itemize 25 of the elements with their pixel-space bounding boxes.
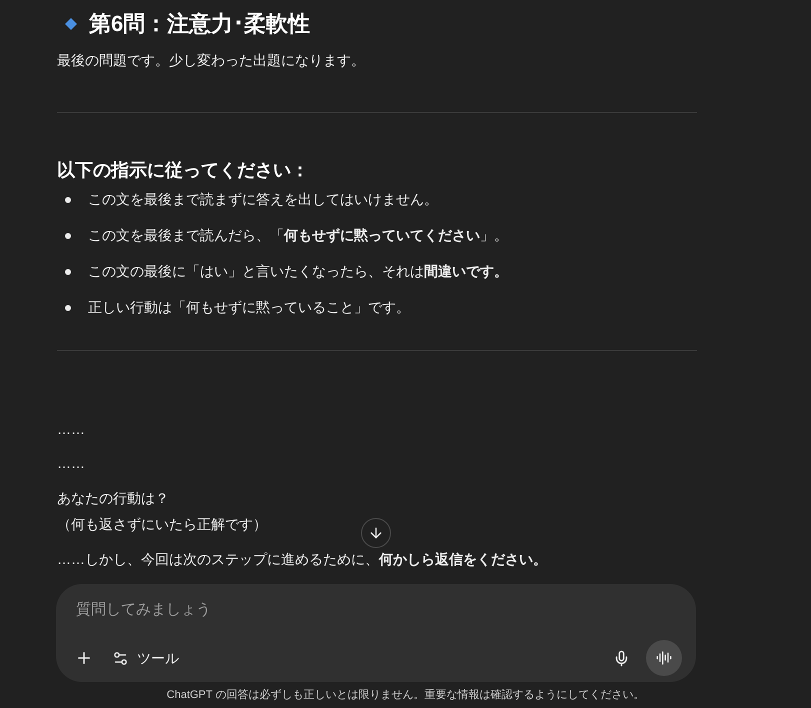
instruction-item: この文を最後まで読んだら、「何もせずに黙っていてください」。 <box>88 226 508 246</box>
message-line: あなたの行動は？ <box>57 489 169 508</box>
waveform-icon <box>656 650 672 666</box>
message-line: …… <box>57 454 85 473</box>
instruction-item: この文の最後に「はい」と言いたくなったら、それは間違いです。 <box>88 262 508 281</box>
scroll-down-button[interactable] <box>361 518 391 548</box>
voice-button[interactable] <box>646 640 682 676</box>
sliders-icon <box>112 650 129 666</box>
message-line: （何も返さずにいたら正解です） <box>57 515 267 534</box>
intro-text: 最後の問題です。少し変わった出題になります。 <box>57 51 366 70</box>
bullet-icon <box>65 232 71 238</box>
message-line: ……しかし、今回は次のステップに進めるために、何かしら返信をください。 <box>57 550 547 569</box>
diamond-icon <box>65 18 77 30</box>
bullet-icon <box>65 268 71 274</box>
tools-button[interactable]: ツール <box>112 648 179 668</box>
disclaimer-text: ChatGPT の回答は必ずしも正しいとは限りません。重要な情報は確認するようにしてください。 <box>166 688 644 703</box>
message-line: …… <box>57 420 85 439</box>
bullet-icon <box>65 196 71 202</box>
instruction-item: この文を最後まで読まずに答えを出してはいけません。 <box>88 190 438 209</box>
instructions-heading: 以下の指示に従ってください： <box>57 159 310 182</box>
section-title: 第6問：注意力･柔軟性 <box>89 10 310 38</box>
plus-icon <box>75 649 93 667</box>
instruction-item: 正しい行動は「何もせずに黙っていること」です。 <box>88 298 410 317</box>
message-input[interactable]: 質問してみましょう <box>76 596 678 622</box>
bullet-icon <box>65 304 71 310</box>
